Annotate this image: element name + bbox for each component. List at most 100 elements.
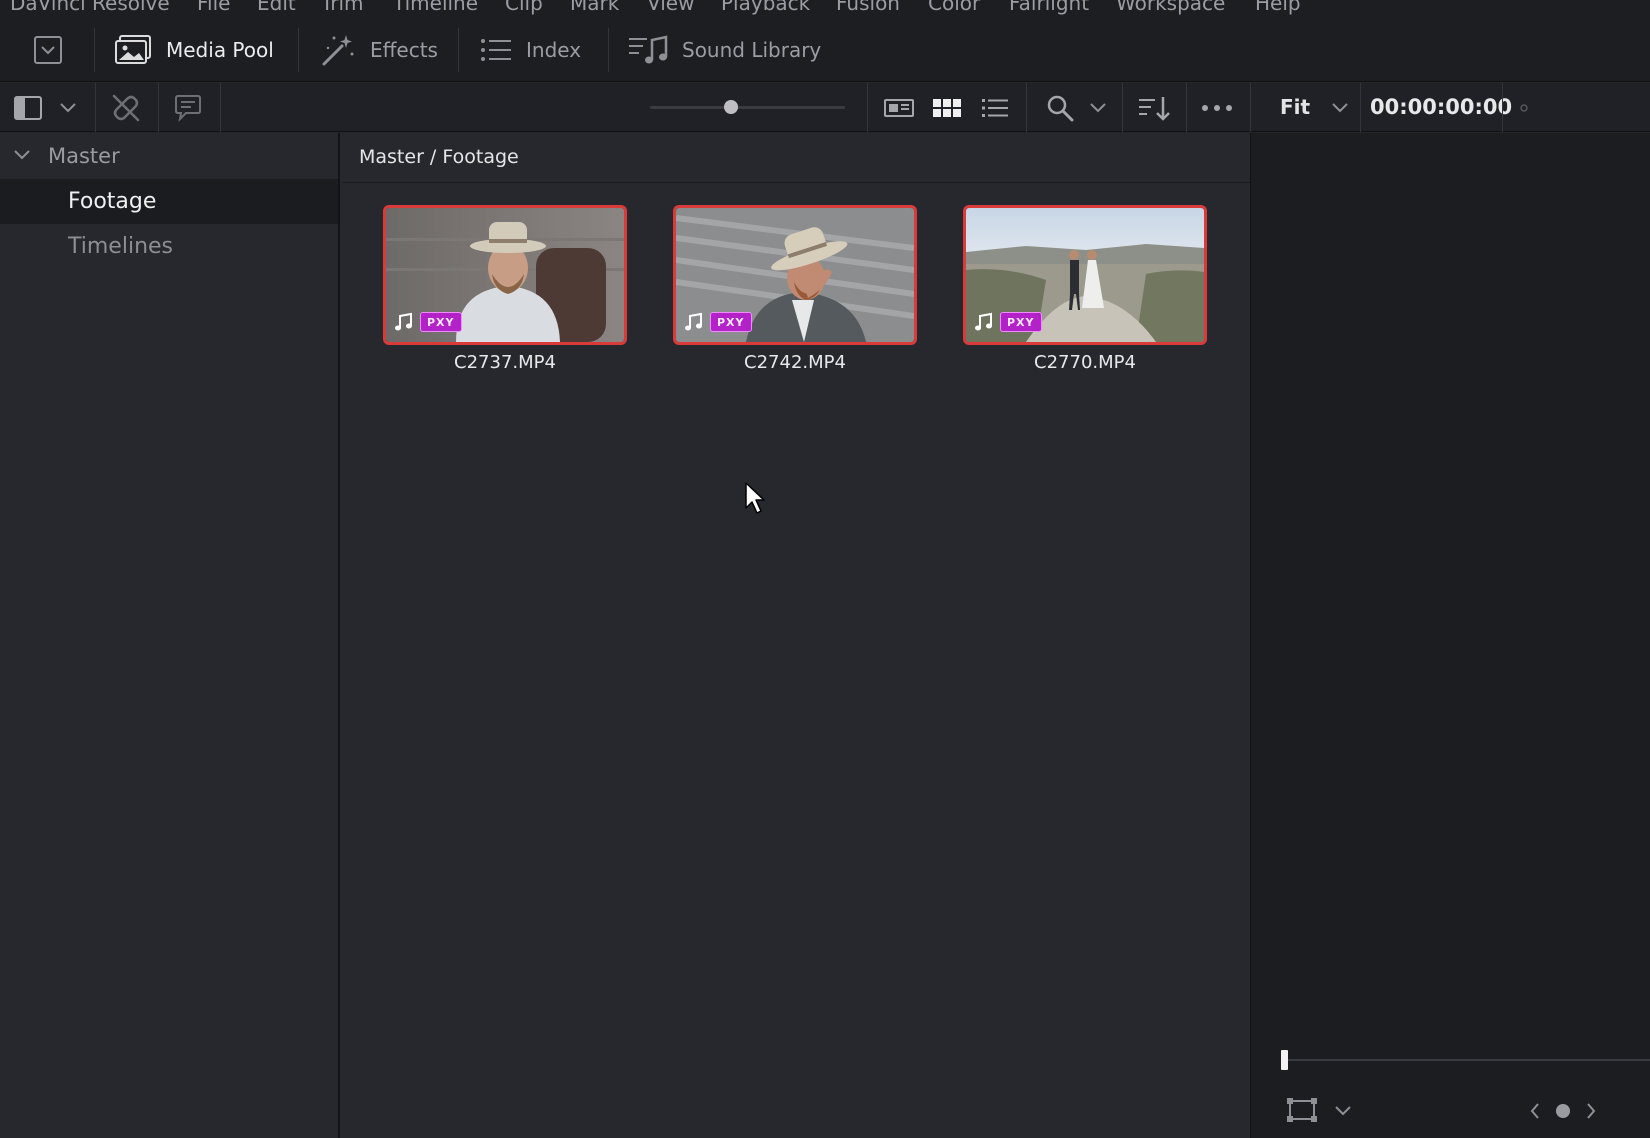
bin-master[interactable]: Master <box>0 133 338 179</box>
image-icon <box>114 34 152 66</box>
clip-thumbnail-image[interactable]: PXY <box>673 205 917 345</box>
toolbar-divider <box>298 28 299 72</box>
chevron-left-icon <box>1529 1102 1541 1120</box>
clip-thumbnail-image[interactable]: PXY <box>963 205 1207 345</box>
thumbnail-size-slider-track[interactable] <box>650 106 845 109</box>
more-options-button[interactable] <box>1198 83 1236 132</box>
effects-label: Effects <box>370 38 438 62</box>
music-note-icon <box>974 312 994 332</box>
media-pool-panel[interactable]: Master / Footage PXY C2737.MP4 PXY C2742… <box>342 133 1250 1138</box>
menu-edit[interactable]: Edit <box>257 0 296 15</box>
menu-bar: DaVinci Resolve File Edit Trim Timeline … <box>0 0 1650 18</box>
search-button[interactable] <box>1042 83 1078 132</box>
unlink-icon <box>111 93 141 123</box>
grid-icon <box>932 97 962 119</box>
clip-badges: PXY <box>974 312 1042 332</box>
search-icon <box>1046 94 1074 122</box>
toolbar-divider <box>1026 83 1027 132</box>
viewer-options-button[interactable] <box>1514 83 1534 132</box>
thumbnail-view-button[interactable] <box>928 83 966 132</box>
metadata-comments-button[interactable] <box>170 83 206 132</box>
clip-thumbnail[interactable]: PXY C2770.MP4 <box>963 205 1207 373</box>
index-label: Index <box>526 38 582 62</box>
timecode-display[interactable]: 00:00:00:00 <box>1370 95 1512 119</box>
bin-item-timelines[interactable]: Timelines <box>0 224 338 269</box>
previous-frame-button[interactable] <box>1525 1099 1545 1123</box>
toolbar-divider <box>220 83 221 132</box>
toolbar-divider <box>458 28 459 72</box>
mouse-cursor-icon <box>744 481 768 519</box>
menu-workspace[interactable]: Workspace <box>1116 0 1225 15</box>
toolbar-divider <box>867 83 868 132</box>
chevron-down-icon <box>59 102 77 114</box>
toolbar-divider <box>1360 83 1361 132</box>
viewer-scrub-bar[interactable] <box>1281 1059 1650 1061</box>
bin-list-dropdown[interactable] <box>56 83 80 132</box>
index-button[interactable]: Index <box>480 18 581 82</box>
toolbar-divider <box>1186 83 1187 132</box>
bin-list: Master Footage Timelines <box>0 133 340 1138</box>
list-view-button[interactable] <box>976 83 1014 132</box>
bin-item-footage[interactable]: Footage <box>0 179 338 224</box>
bin-master-label: Master <box>48 144 120 168</box>
menu-view[interactable]: View <box>647 0 694 15</box>
next-frame-button[interactable] <box>1581 1099 1601 1123</box>
transform-box-icon <box>1286 1097 1318 1123</box>
more-horizontal-icon <box>1201 104 1233 112</box>
list-icon <box>480 37 512 63</box>
chevron-down-icon[interactable] <box>13 149 31 161</box>
menu-fairlight[interactable]: Fairlight <box>1009 0 1089 15</box>
menu-file[interactable]: File <box>197 0 230 15</box>
menu-fusion[interactable]: Fusion <box>836 0 900 15</box>
viewer-transform-dropdown[interactable] <box>1331 1099 1355 1123</box>
sort-icon <box>1138 94 1172 122</box>
search-options-dropdown[interactable] <box>1086 83 1110 132</box>
menu-color[interactable]: Color <box>928 0 980 15</box>
viewer-transform-button[interactable] <box>1285 1093 1319 1127</box>
clip-thumbnail[interactable]: PXY C2737.MP4 <box>383 205 627 373</box>
media-pool-button[interactable]: Media Pool <box>114 18 274 82</box>
dot-icon <box>1555 1103 1571 1119</box>
sound-library-icon <box>628 34 668 66</box>
sound-library-label: Sound Library <box>682 38 822 62</box>
menu-timeline[interactable]: Timeline <box>393 0 478 15</box>
clip-name[interactable]: C2737.MP4 <box>383 352 627 373</box>
menu-help[interactable]: Help <box>1255 0 1301 15</box>
viewer-playhead[interactable] <box>1281 1050 1288 1070</box>
sort-button[interactable] <box>1136 83 1174 132</box>
metadata-view-button[interactable] <box>880 83 918 132</box>
effects-button[interactable]: Effects <box>320 18 438 82</box>
metadata-view-icon <box>883 97 915 119</box>
clip-name[interactable]: C2770.MP4 <box>963 352 1207 373</box>
menu-playback[interactable]: Playback <box>721 0 810 15</box>
clip-thumbnail-image[interactable]: PXY <box>383 205 627 345</box>
clip-name[interactable]: C2742.MP4 <box>673 352 917 373</box>
comment-icon <box>173 94 203 122</box>
clip-thumbnail[interactable]: PXY C2742.MP4 <box>673 205 917 373</box>
chevron-down-icon <box>1089 102 1107 114</box>
bin-item-label: Timelines <box>68 234 174 259</box>
breadcrumb[interactable]: Master / Footage <box>359 146 519 168</box>
clip-badges: PXY <box>684 312 752 332</box>
source-viewer[interactable] <box>1250 133 1650 1138</box>
chevron-right-icon <box>1585 1102 1597 1120</box>
viewer-zoom-dropdown[interactable] <box>1326 83 1354 132</box>
thumbnail-size-slider-handle[interactable] <box>724 100 738 114</box>
menu-clip[interactable]: Clip <box>505 0 543 15</box>
viewer-center-button[interactable] <box>1551 1099 1575 1123</box>
toolbar-divider <box>1502 83 1503 132</box>
breadcrumb-bar: Master / Footage <box>342 133 1250 183</box>
module-toolbar: Media Pool Effects Index Sound Library <box>0 18 1650 82</box>
menu-mark[interactable]: Mark <box>570 0 619 15</box>
proxy-badge: PXY <box>710 312 752 332</box>
magic-wand-icon <box>320 32 356 68</box>
sound-library-button[interactable]: Sound Library <box>628 18 821 82</box>
bin-item-label: Footage <box>68 189 157 214</box>
viewer-zoom-select[interactable]: Fit <box>1280 95 1310 119</box>
workspace-dropdown-button[interactable] <box>30 26 66 74</box>
toggle-bin-list-button[interactable] <box>8 83 48 132</box>
toolbar-divider <box>1250 83 1251 132</box>
menu-davinci-resolve[interactable]: DaVinci Resolve <box>10 0 170 15</box>
menu-trim[interactable]: Trim <box>321 0 364 15</box>
link-clips-button[interactable] <box>108 83 144 132</box>
